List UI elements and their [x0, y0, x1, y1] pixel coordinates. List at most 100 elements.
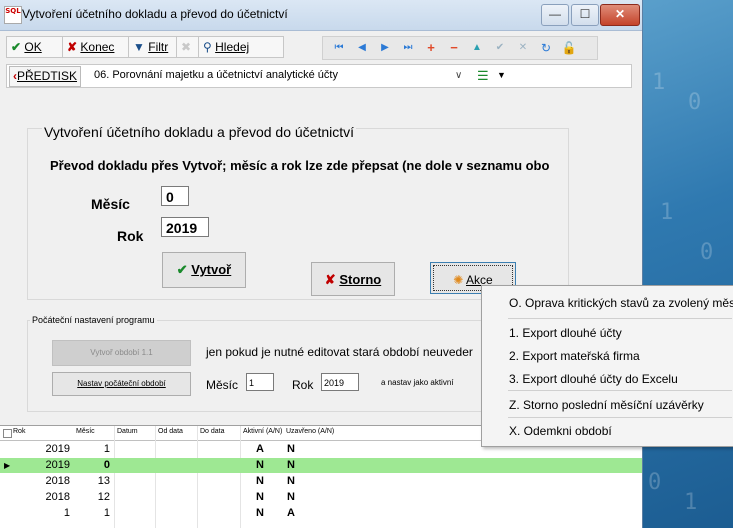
ok-button[interactable]: ✔ OK [6, 36, 68, 58]
column-header[interactable]: Do data [200, 428, 225, 435]
akce-context-menu: O. Oprava kritických stavů za zvolený mě… [481, 285, 733, 447]
column-header[interactable]: Datum [117, 428, 138, 435]
prev-record-icon[interactable]: ◀ [354, 40, 370, 56]
toolbar: ✔ OK ✘ Konec ▼ Filtr ✖ ⚲ Hledej ⏮ ◀ ▶ ⏭ … [6, 34, 626, 60]
transfer-hint: Převod dokladu přes Vytvoř; měsíc a rok … [50, 158, 550, 173]
edit-note: jen pokud je nutné editovat stará období… [206, 345, 473, 359]
lock-icon[interactable]: 🔓 [561, 40, 577, 56]
refresh-icon[interactable]: ↻ [538, 40, 554, 56]
menu-item-repair-states[interactable]: O. Oprava kritických stavů za zvolený mě… [509, 296, 733, 310]
menu-separator [508, 390, 732, 391]
minimize-button[interactable]: — [541, 4, 569, 26]
column-header[interactable]: Uzavřeno (A/N) [286, 428, 334, 435]
chevron-down-icon[interactable]: ∨ [455, 66, 462, 85]
table-row[interactable]: 2018 12 N N [0, 490, 642, 505]
cell-rok: 2018 [45, 475, 70, 487]
check-icon: ✔ [176, 262, 188, 277]
last-record-icon[interactable]: ⏭ [400, 40, 416, 56]
create-document-group-title: Vytvoření účetního dokladu a převod do ú… [42, 124, 357, 140]
search-icon: ⚲ [203, 40, 212, 54]
report-select-value: 06. Porovnání majetku a účetnictví analy… [94, 69, 338, 81]
create-period-button[interactable]: Vytvoř období 1.1 [52, 340, 191, 366]
menu-item-export-parent-company[interactable]: 2. Export mateřská firma [509, 349, 640, 363]
cell-mesic: 1 [103, 507, 110, 519]
confirm-icon[interactable]: ✔ [492, 40, 508, 56]
check-icon: ✔ [11, 40, 22, 54]
storno-label: Storno [339, 272, 382, 287]
cell-uzavreno: N [287, 475, 295, 487]
up-icon[interactable]: ▲ [469, 40, 485, 56]
cell-rok: 2019 [45, 443, 70, 455]
ok-label: OK [24, 40, 42, 54]
menu-item-export-excel[interactable]: 3. Export dlouhé účty do Excelu [509, 372, 678, 386]
menu-item-unlock-period[interactable]: X. Odemkni období [509, 424, 612, 438]
cell-aktivni: N [256, 459, 264, 471]
year-label: Rok [117, 228, 144, 244]
main-window: SQL Vytvoření účetního dokladu a převod … [0, 0, 643, 528]
clear-filter-icon: ✖ [181, 40, 192, 54]
record-bar: ‹PŘEDTISK 06. Porovnání majetku a účetni… [6, 64, 632, 88]
month-input[interactable]: 0 [161, 186, 189, 206]
close-x-icon: ✘ [324, 272, 336, 287]
menu-item-export-long-accounts[interactable]: 1. Export dlouhé účty [509, 326, 622, 340]
maximize-button[interactable]: ☐ [571, 4, 599, 26]
konec-button[interactable]: ✘ Konec [62, 36, 134, 58]
active-note: a nastav jako aktivní [381, 378, 454, 387]
cell-aktivni: N [256, 507, 264, 519]
gear-icon: ✺ [453, 273, 464, 287]
desktop-background: 10 10 01 [640, 0, 733, 528]
next-record-icon[interactable]: ▶ [377, 40, 393, 56]
create-period-label: Vytvoř období 1.1 [90, 348, 153, 357]
settings-year-label: Rok [292, 378, 314, 392]
set-initial-period-label: Nastav počáteční období [77, 379, 166, 388]
cell-rok: 1 [63, 507, 70, 519]
cell-rok: 2018 [45, 491, 70, 503]
hledej-button[interactable]: ⚲ Hledej [198, 36, 284, 58]
vytvor-button[interactable]: ✔ Vytvoř [162, 252, 246, 288]
predtisk-button[interactable]: ‹PŘEDTISK [9, 66, 82, 87]
column-header[interactable]: Rok [13, 428, 25, 435]
predtisk-label: PŘEDTISK [17, 69, 78, 83]
set-initial-period-button[interactable]: Nastav počáteční období [52, 372, 191, 396]
cell-uzavreno: N [287, 443, 295, 455]
column-header[interactable]: Měsíc [76, 428, 95, 435]
table-row-selected[interactable]: ▶ 2019 0 N N [0, 458, 642, 473]
filter-icon: ▼ [133, 40, 145, 54]
filtr-button[interactable]: ▼ Filtr [128, 36, 182, 58]
window-title: Vytvoření účetního dokladu a převod do ú… [22, 7, 288, 21]
settings-month-input[interactable]: 1 [246, 373, 274, 391]
list-icon[interactable]: ☰ [477, 66, 489, 85]
menu-separator [508, 417, 732, 418]
settings-month-label: Měsíc [206, 378, 239, 392]
column-header[interactable]: Aktivní (A/N) [243, 428, 282, 435]
cell-aktivni: A [256, 443, 264, 455]
column-header[interactable]: Od data [158, 428, 183, 435]
cell-mesic: 13 [97, 475, 110, 487]
storno-button[interactable]: ✘ Storno [311, 262, 395, 296]
year-input[interactable]: 2019 [161, 217, 209, 237]
app-icon: SQL [4, 6, 22, 24]
table-row[interactable]: 1 1 N A [0, 506, 642, 521]
insert-record-icon[interactable]: + [423, 40, 439, 56]
cell-aktivni: N [256, 491, 264, 503]
delete-record-icon[interactable]: − [446, 40, 462, 56]
cell-mesic: 12 [97, 491, 110, 503]
initial-settings-group-title: Počáteční nastavení programu [30, 315, 157, 325]
cell-uzavreno: A [287, 507, 295, 519]
menu-item-cancel-closing[interactable]: Z. Storno poslední měsíční uzávěrky [509, 398, 704, 412]
settings-year-input[interactable]: 2019 [321, 373, 359, 391]
close-button[interactable]: ✕ [600, 4, 640, 26]
title-bar: SQL Vytvoření účetního dokladu a převod … [0, 0, 642, 31]
cancel-icon[interactable]: ✕ [515, 40, 531, 56]
hledej-label: Hledej [215, 40, 250, 54]
menu-separator [508, 318, 732, 319]
konec-label: Konec [80, 40, 115, 54]
select-all-checkbox[interactable] [3, 429, 12, 438]
first-record-icon[interactable]: ⏮ [331, 40, 347, 56]
cell-aktivni: N [256, 475, 264, 487]
cell-mesic: 0 [103, 459, 110, 471]
vytvor-label: Vytvoř [191, 262, 232, 277]
table-row[interactable]: 2018 13 N N [0, 474, 642, 489]
dropdown-arrow-icon[interactable]: ▼ [497, 66, 506, 85]
report-select[interactable]: 06. Porovnání majetku a účetnictví analy… [94, 66, 504, 85]
